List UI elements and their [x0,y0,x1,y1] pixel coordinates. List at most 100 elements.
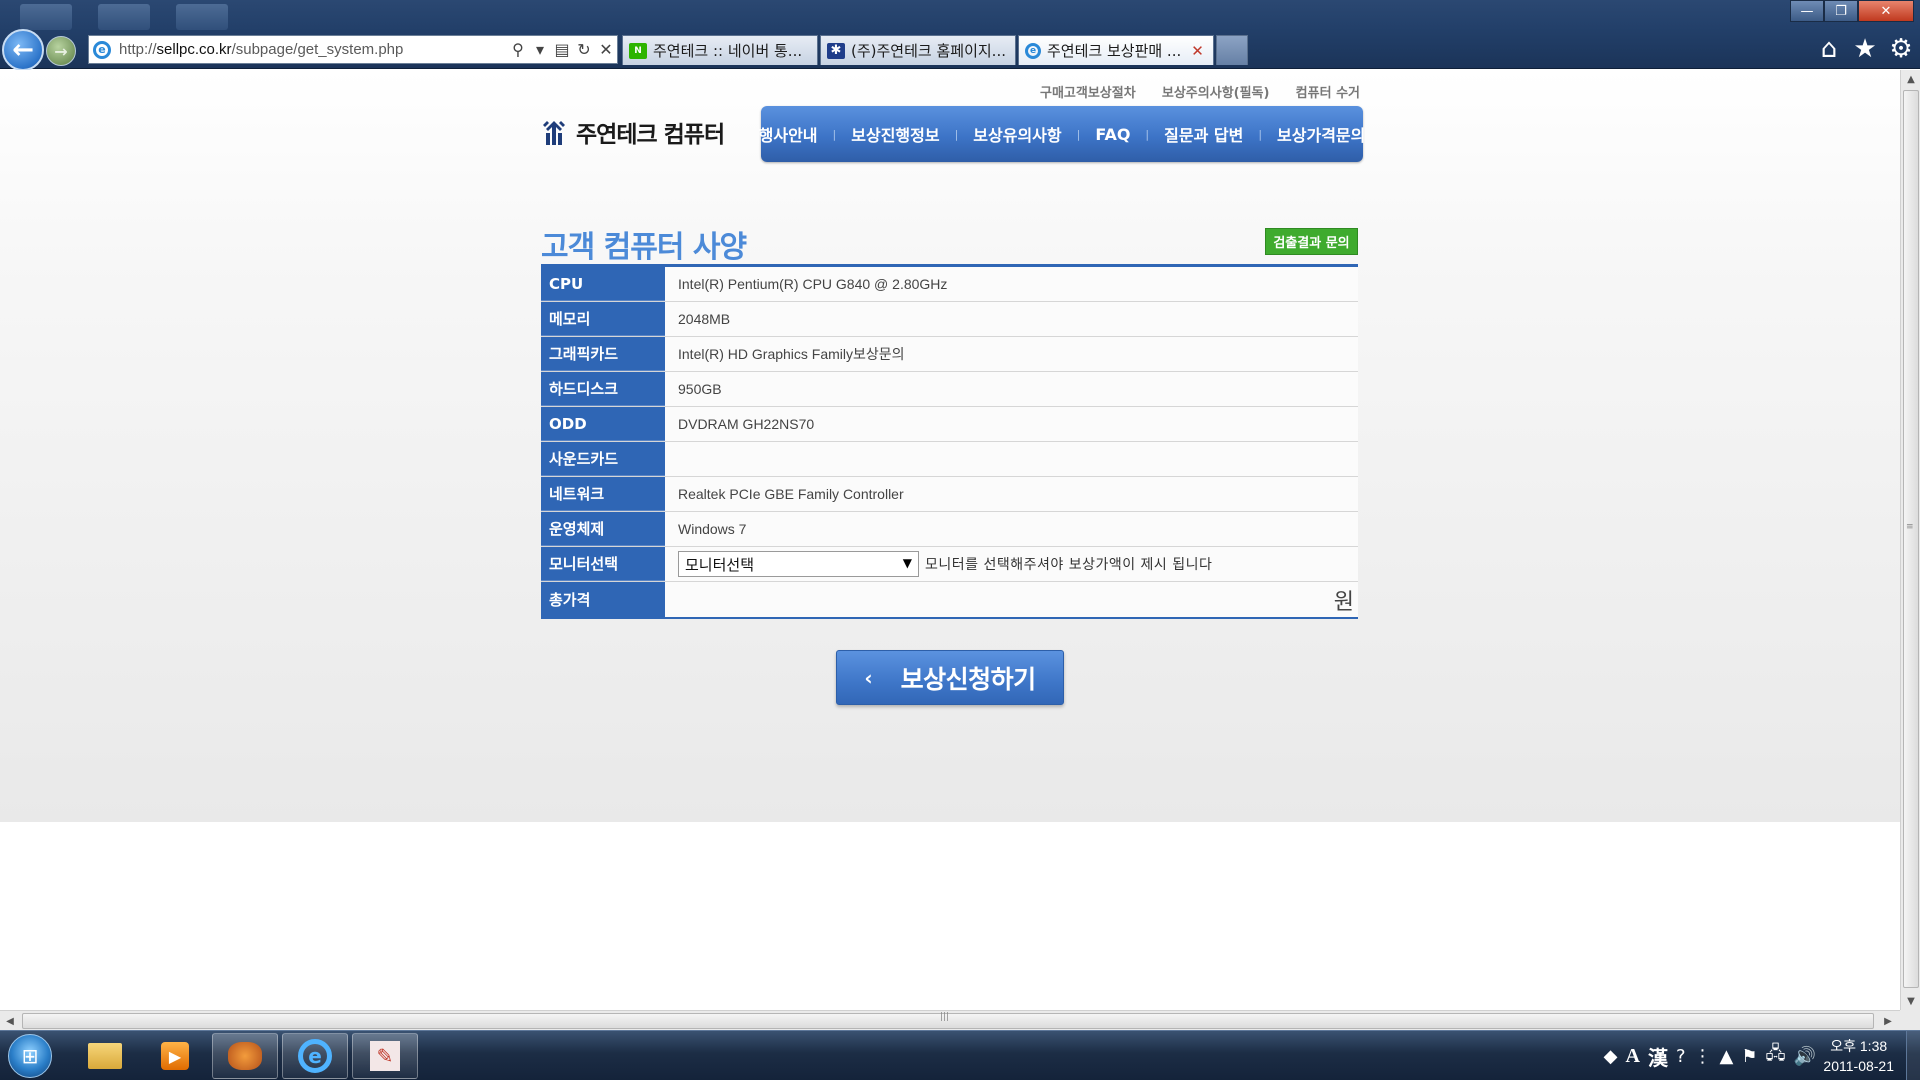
spec-label: 운영체제 [541,512,665,546]
scroll-up-arrow[interactable]: ▲ [1901,70,1920,88]
chrome-toolbar-right: ⌂ ★ ⚙ [1816,34,1914,64]
spec-row-network: 네트워크 Realtek PCIe GBE Family Controller [541,477,1358,512]
window-controls: — ❐ ✕ [1790,0,1914,22]
action-center-flag-icon[interactable]: ⚑ [1741,1046,1757,1067]
jooyon-logo-icon [543,121,565,145]
naver-icon: N [629,42,647,59]
aero-thumbnails [20,4,228,32]
scroll-grip-icon: ≡ [1906,522,1914,532]
close-window-button[interactable]: ✕ [1858,0,1914,22]
scroll-right-arrow[interactable]: ▶ [1878,1011,1898,1031]
url-prefix: http:// [119,41,157,58]
tab-jooyon-home[interactable]: ✱ (주)주연테크 홈페이지... [820,35,1016,65]
new-tab-button[interactable] [1216,35,1248,65]
maximize-button[interactable]: ❐ [1824,0,1858,22]
ime-mode[interactable]: A [1626,1045,1640,1068]
spec-label: 하드디스크 [541,372,665,406]
media-player-icon: ▶ [161,1042,189,1070]
site-logo[interactable]: 주연테크 컴퓨터 [540,115,725,149]
system-tray: ◆ A 漢 ? ⋮ ▲ ⚑ 🖧 🔊 [1604,1041,1816,1071]
spec-row-cpu: CPU Intel(R) Pentium(R) CPU G840 @ 2.80G… [541,267,1358,302]
folder-icon [88,1043,122,1069]
main-nav: 행사안내 | 보상진행정보 | 보상유의사항 | FAQ | 질문과 답변 | 보상가격문… [759,106,1365,162]
back-arrow-icon: ← [12,35,34,65]
apply-button-label: 보상신청하기 [900,664,1037,694]
nav-event-info[interactable]: 행사안내 [744,122,833,146]
clock[interactable]: 오후 1:38 2011-08-21 [1823,1036,1894,1076]
url-domain: sellpc.co.kr [156,41,232,58]
logo-text: 주연테크 컴퓨터 [576,122,725,148]
show-hidden-icons-icon[interactable]: ▲ [1720,1046,1734,1067]
compatibility-icon[interactable]: ▤ [551,40,573,59]
spec-row-os: 운영체제 Windows 7 [541,512,1358,547]
page-viewport: 구매고객보상절차 보상주의사항(필독) 컴퓨터 수거 주연테크 컴퓨터 행사안내… [0,70,1900,1010]
spec-value: Realtek PCIe GBE Family Controller [665,477,1358,511]
total-price-value: 원 [665,582,1358,617]
monitor-select[interactable]: 모니터선택 ▼ [678,551,919,577]
settings-gear-icon[interactable]: ⚙ [1888,34,1914,64]
monitor-hint: 모니터를 선택해주셔야 보상가액이 제시 됩니다 [925,557,1213,573]
ie-icon: e [1025,42,1041,59]
tab-label: 주연테크 보상판매 ... [1047,42,1182,60]
spec-value: Windows 7 [665,512,1358,546]
start-button[interactable]: ⊞ [8,1034,52,1078]
nav-faq[interactable]: FAQ [1080,125,1145,144]
scroll-left-arrow[interactable]: ◀ [0,1011,20,1031]
stop-icon[interactable]: ✕ [595,40,617,59]
link-precautions[interactable]: 보상주의사항(필독) [1162,82,1270,101]
minimize-button[interactable]: — [1790,0,1824,22]
taskbar-paint[interactable]: ✎ [352,1033,418,1079]
nav-qna[interactable]: 질문과 답변 [1149,122,1258,146]
spec-label: 메모리 [541,302,665,336]
taskbar-explorer[interactable] [72,1033,138,1079]
spec-value: DVDRAM GH22NS70 [665,407,1358,441]
spec-row-soundcard: 사운드카드 [541,442,1358,477]
spec-value: 모니터선택 ▼ 모니터를 선택해주셔야 보상가액이 제시 됩니다 [665,547,1358,581]
apply-trade-in-button[interactable]: ‹ 보상신청하기 [836,650,1064,705]
ime-options-icon[interactable]: ⋮ [1694,1046,1712,1067]
close-tab-icon[interactable]: ✕ [1191,42,1204,60]
top-links: 구매고객보상절차 보상주의사항(필독) 컴퓨터 수거 [1040,82,1360,101]
scroll-down-arrow[interactable]: ▼ [1901,992,1920,1010]
forward-button[interactable]: → [46,36,76,66]
forward-arrow-icon: → [54,41,68,61]
tab-trade-in[interactable]: e 주연테크 보상판매 ... ✕ [1018,35,1214,65]
link-purchase-procedure[interactable]: 구매고객보상절차 [1040,82,1136,101]
tab-naver[interactable]: N 주연테크 :: 네이버 통... [622,35,818,65]
spec-value: 950GB [665,372,1358,406]
taskbar-app-open[interactable] [212,1033,278,1079]
show-desktop-button[interactable] [1906,1031,1920,1080]
favorites-star-icon[interactable]: ★ [1852,34,1878,64]
nav-progress-info[interactable]: 보상진행정보 [836,122,954,146]
search-icon[interactable]: ⚲ [507,40,529,59]
address-bar[interactable]: e http://sellpc.co.kr/subpage/get_system… [88,35,618,64]
url-path: /subpage/get_system.php [231,41,404,58]
spec-label: 네트워크 [541,477,665,511]
dropdown-icon[interactable]: ▾ [529,40,551,59]
spec-label: CPU [541,267,665,301]
nav-price-inquiry[interactable]: 보상가격문의 [1262,122,1380,146]
ie-icon: e [298,1039,332,1073]
inquiry-button[interactable]: 검출결과 문의 [1265,228,1358,255]
back-button[interactable]: ← [2,29,44,71]
url-text[interactable]: http://sellpc.co.kr/subpage/get_system.p… [119,41,507,58]
chevron-down-icon[interactable]: ▼ [903,556,912,570]
help-icon[interactable]: ? [1676,1046,1686,1067]
vertical-scrollbar[interactable]: ▲ ≡ ▼ [1900,70,1920,1010]
spec-row-graphics: 그래픽카드 Intel(R) HD Graphics Family보상문의 [541,337,1358,372]
scroll-grip-icon: ||| [940,1012,950,1022]
home-icon[interactable]: ⌂ [1816,34,1842,64]
taskbar-internet-explorer[interactable]: e [282,1033,348,1079]
vertical-scroll-thumb[interactable] [1903,90,1919,988]
ime-hanja[interactable]: 漢 [1648,1042,1668,1071]
scroll-corner [1900,1010,1920,1030]
taskbar-media-player[interactable]: ▶ [142,1033,208,1079]
refresh-icon[interactable]: ↻ [573,40,595,59]
spec-row-harddisk: 하드디스크 950GB [541,372,1358,407]
horizontal-scrollbar[interactable]: ◀ ||| ▶ [0,1010,1900,1030]
tray-network-shield-icon[interactable]: ◆ [1604,1046,1618,1067]
volume-icon[interactable]: 🔊 [1794,1046,1816,1067]
link-computer-pickup[interactable]: 컴퓨터 수거 [1296,82,1360,101]
network-icon[interactable]: 🖧 [1766,1041,1786,1071]
nav-precautions[interactable]: 보상유의사항 [958,122,1076,146]
